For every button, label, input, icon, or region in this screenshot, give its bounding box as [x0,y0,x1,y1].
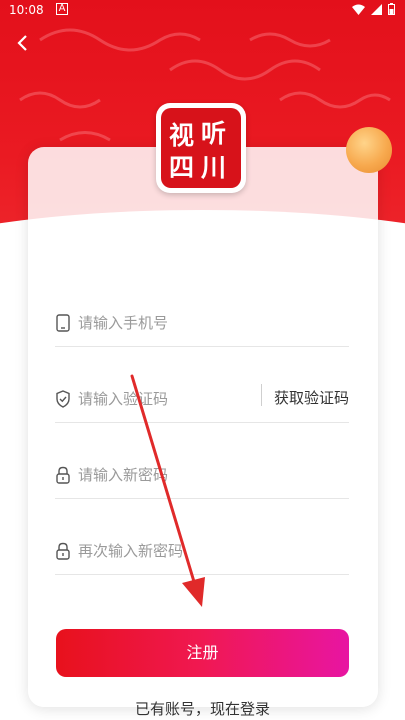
annotation-arrow [130,374,205,607]
